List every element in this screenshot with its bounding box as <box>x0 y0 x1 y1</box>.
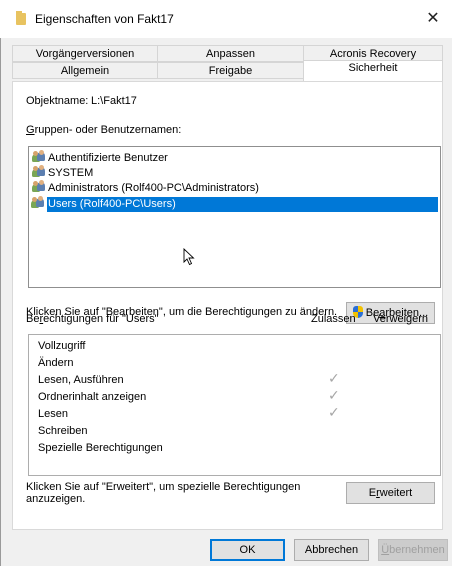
ok-button[interactable]: OK <box>210 539 285 561</box>
list-item-authentifizierte-benutzer[interactable]: Authentifizierte Benutzer <box>32 150 168 166</box>
tab-anpassen[interactable]: Anpassen <box>157 45 304 62</box>
object-name-label: Objektname: <box>26 95 89 107</box>
perm-ordnerinhalt-anzeigen: Ordnerinhalt anzeigen <box>38 391 147 403</box>
apply-button[interactable]: Übernehmen <box>378 539 448 561</box>
column-allow: Zulassen <box>311 313 356 325</box>
tab-sicherheit[interactable]: Sicherheit <box>303 60 443 81</box>
folder-icon <box>16 11 26 25</box>
list-item-administrators[interactable]: Administrators (Rolf400-PC\Administrator… <box>32 180 259 196</box>
window-title: Eigenschaften von Fakt17 <box>35 12 174 26</box>
advanced-hint: Klicken Sie auf "Erweitert", um speziell… <box>26 481 301 505</box>
mouse-cursor-icon <box>183 248 195 266</box>
column-deny: Verweigern <box>373 313 429 325</box>
close-button[interactable]: ✕ <box>420 8 446 30</box>
tab-allgemein[interactable]: Allgemein <box>12 62 158 79</box>
advanced-button[interactable]: Erweitert <box>346 482 435 504</box>
perm-spezielle-berechtigungen: Spezielle Berechtigungen <box>38 442 163 454</box>
perm-schreiben: Schreiben <box>38 425 88 437</box>
window-border <box>0 38 1 566</box>
users-group-icon <box>32 180 46 192</box>
object-name-value: L:\Fakt17 <box>91 95 137 107</box>
permissions-label: Berechtigungen für "Users" <box>26 313 159 325</box>
allow-check-icon: ✓ <box>328 404 340 420</box>
perm-lesen: Lesen <box>38 408 68 420</box>
list-item-users[interactable]: Users (Rolf400-PC\Users) <box>47 197 438 212</box>
perm-lesen-ausfuehren: Lesen, Ausführen <box>38 374 124 386</box>
list-item-system[interactable]: SYSTEM <box>32 165 93 181</box>
users-group-icon <box>32 165 46 177</box>
tab-vorgaengerversionen[interactable]: Vorgängerversionen <box>12 45 158 62</box>
permissions-list: Vollzugriff Ändern Lesen, Ausführen Ordn… <box>28 334 441 476</box>
cancel-button[interactable]: Abbrechen <box>294 539 369 561</box>
perm-vollzugriff: Vollzugriff <box>38 340 86 352</box>
selected-item-icon-wrap <box>31 196 45 212</box>
tab-freigabe[interactable]: Freigabe <box>157 62 304 79</box>
groups-label: Gruppen- oder Benutzernamen: <box>26 124 182 136</box>
users-listbox[interactable]: Authentifizierte Benutzer SYSTEM Adminis… <box>28 146 441 288</box>
perm-aendern: Ändern <box>38 357 74 369</box>
users-group-icon <box>31 196 45 208</box>
allow-check-icon: ✓ <box>328 370 340 386</box>
allow-check-icon: ✓ <box>328 387 340 403</box>
users-group-icon <box>32 150 46 162</box>
